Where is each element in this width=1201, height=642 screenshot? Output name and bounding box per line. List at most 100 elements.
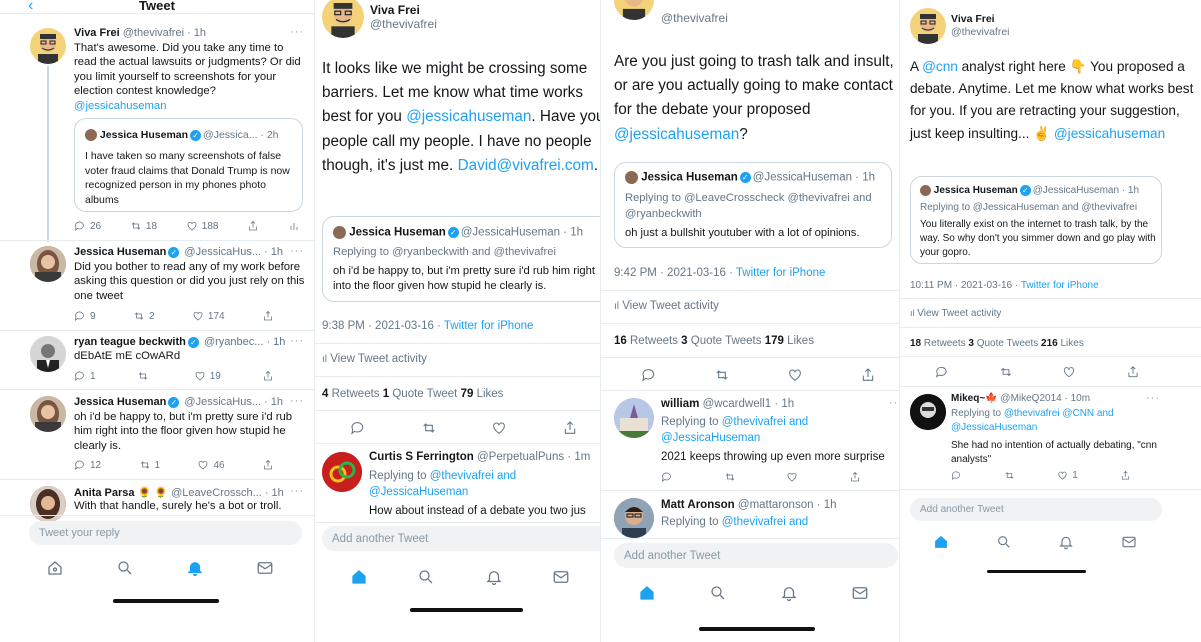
author-name[interactable]: ryan teague beckwith <box>74 336 186 348</box>
home-icon[interactable] <box>46 559 64 577</box>
author-name[interactable]: Jessica Huseman <box>74 246 166 258</box>
notifications-icon[interactable] <box>186 559 204 577</box>
source-link[interactable]: Twitter for iPhone <box>1021 280 1099 291</box>
share-button[interactable] <box>860 367 876 383</box>
share-button[interactable] <box>1126 365 1140 379</box>
author-name[interactable]: william <box>661 398 699 410</box>
quote-count[interactable]: 3 <box>968 338 974 349</box>
reply-button[interactable] <box>661 471 673 483</box>
reply-button[interactable]: 12 <box>74 459 101 471</box>
avatar-vivafrei[interactable] <box>30 28 66 64</box>
share-button[interactable] <box>262 459 274 471</box>
quoted-tweet[interactable]: Jessica Huseman ✓ @JessicaHuseman · 1h Rep… <box>910 176 1162 264</box>
retweet-button[interactable]: 18 <box>130 220 157 232</box>
author-name[interactable]: Viva Frei <box>370 3 420 17</box>
messages-icon[interactable] <box>552 568 570 586</box>
messages-icon[interactable] <box>1121 534 1137 550</box>
mention-link[interactable]: @JessicaHuseman <box>369 486 468 498</box>
like-button[interactable]: 174 <box>192 310 225 322</box>
avatar-jessica[interactable] <box>30 396 66 432</box>
author-name[interactable]: Viva Frei <box>74 27 120 39</box>
quoted-tweet[interactable]: Jessica Huseman ✓ @JessicaHuseman · 1h Rep… <box>614 162 892 248</box>
avatar-mikeq[interactable] <box>910 394 946 430</box>
like-button[interactable]: 1 <box>1057 470 1078 481</box>
more-icon[interactable]: ··· <box>1146 392 1160 404</box>
author-name[interactable]: Jessica Huseman <box>74 396 166 408</box>
analytics-button[interactable] <box>288 220 300 232</box>
like-button[interactable] <box>1062 365 1076 379</box>
avatar-william[interactable] <box>614 398 654 438</box>
add-tweet-input[interactable]: Add another Tweet <box>322 526 600 551</box>
more-icon[interactable]: ··· <box>290 485 304 497</box>
share-button[interactable] <box>247 220 259 232</box>
avatar-vivafrei[interactable] <box>910 8 946 44</box>
add-tweet-input[interactable]: Add another Tweet <box>614 543 898 568</box>
reply-input[interactable]: Tweet your reply <box>29 521 302 545</box>
mention-link[interactable]: @thevivafrei @CNN and <box>1004 408 1114 419</box>
email-link[interactable]: David@vivafrei.com <box>458 157 594 174</box>
notifications-icon[interactable] <box>1058 534 1074 550</box>
view-activity-link[interactable]: ıl View Tweet activity <box>910 308 1001 319</box>
like-button[interactable] <box>787 367 803 383</box>
messages-icon[interactable] <box>851 584 869 602</box>
like-count[interactable]: 79 <box>461 388 474 400</box>
retweet-button[interactable] <box>724 471 736 483</box>
notifications-icon[interactable] <box>780 584 798 602</box>
more-icon[interactable]: ·· <box>889 397 898 409</box>
mention-link[interactable]: @JessicaHuseman <box>951 422 1037 433</box>
quote-count[interactable]: 3 <box>681 335 687 347</box>
notifications-icon[interactable] <box>485 568 503 586</box>
like-button[interactable] <box>491 420 507 436</box>
author-name[interactable]: Curtis S Ferrington <box>369 451 474 463</box>
retweet-count[interactable]: 16 <box>614 335 627 347</box>
quote-count[interactable]: 1 <box>383 388 389 400</box>
source-link[interactable]: Twitter for iPhone <box>444 320 533 332</box>
reply-button[interactable] <box>641 367 657 383</box>
source-link[interactable]: Twitter for iPhone <box>736 267 825 279</box>
more-icon[interactable]: ··· <box>290 395 304 407</box>
like-count[interactable]: 216 <box>1041 338 1058 349</box>
share-button[interactable] <box>1120 470 1131 481</box>
avatar-vivafrei[interactable] <box>322 0 364 38</box>
messages-icon[interactable] <box>256 559 274 577</box>
reply-button[interactable]: 1 <box>74 370 96 382</box>
mention-link[interactable]: @jessicahuseman <box>614 126 739 143</box>
avatar-anita[interactable] <box>30 486 66 522</box>
search-icon[interactable] <box>996 534 1012 550</box>
view-activity-link[interactable]: ıl View Tweet activity <box>322 353 427 365</box>
search-icon[interactable] <box>709 584 727 602</box>
home-icon[interactable] <box>933 534 949 550</box>
mention-link[interactable]: @jessicahuseman <box>406 108 531 125</box>
like-button[interactable]: 188 <box>186 220 218 232</box>
more-icon[interactable]: ··· <box>290 26 304 38</box>
author-name[interactable]: Anita Parsa 🌻 🌻 <box>74 487 168 499</box>
avatar-curtis[interactable] <box>322 452 362 492</box>
retweet-button[interactable] <box>137 370 153 382</box>
retweet-button[interactable]: 1 <box>139 459 160 471</box>
view-activity-link[interactable]: ıl View Tweet activity <box>614 300 719 312</box>
author-name[interactable]: Viva Frei <box>951 13 995 25</box>
author-name[interactable]: Mikeq~🍁 <box>951 393 998 404</box>
retweet-count[interactable]: 18 <box>910 338 921 349</box>
avatar-vivafrei[interactable] <box>614 0 654 20</box>
share-button[interactable] <box>262 310 274 322</box>
avatar-ryan[interactable] <box>30 336 66 372</box>
retweet-button[interactable]: 2 <box>133 310 155 322</box>
share-button[interactable] <box>849 471 861 483</box>
share-button[interactable] <box>562 420 578 436</box>
reply-button[interactable] <box>951 470 962 481</box>
more-icon[interactable]: ··· <box>290 245 304 257</box>
reply-button[interactable]: 26 <box>74 220 101 232</box>
home-icon[interactable] <box>350 568 368 586</box>
add-tweet-input[interactable]: Add another Tweet <box>910 498 1162 521</box>
home-icon[interactable] <box>638 584 656 602</box>
author-name[interactable]: Matt Aronson <box>661 499 735 511</box>
reply-button[interactable] <box>350 420 366 436</box>
quoted-tweet[interactable]: Jessica Huseman ✓ @Jessica... · 2h I have … <box>74 118 303 212</box>
mention-link[interactable]: @JessicaHuseman <box>661 432 760 444</box>
share-button[interactable] <box>262 370 274 382</box>
like-count[interactable]: 179 <box>765 335 784 347</box>
avatar-matt[interactable] <box>614 498 654 538</box>
mention-link[interactable]: @jessicahuseman <box>74 100 166 112</box>
like-button[interactable]: 19 <box>194 370 221 382</box>
